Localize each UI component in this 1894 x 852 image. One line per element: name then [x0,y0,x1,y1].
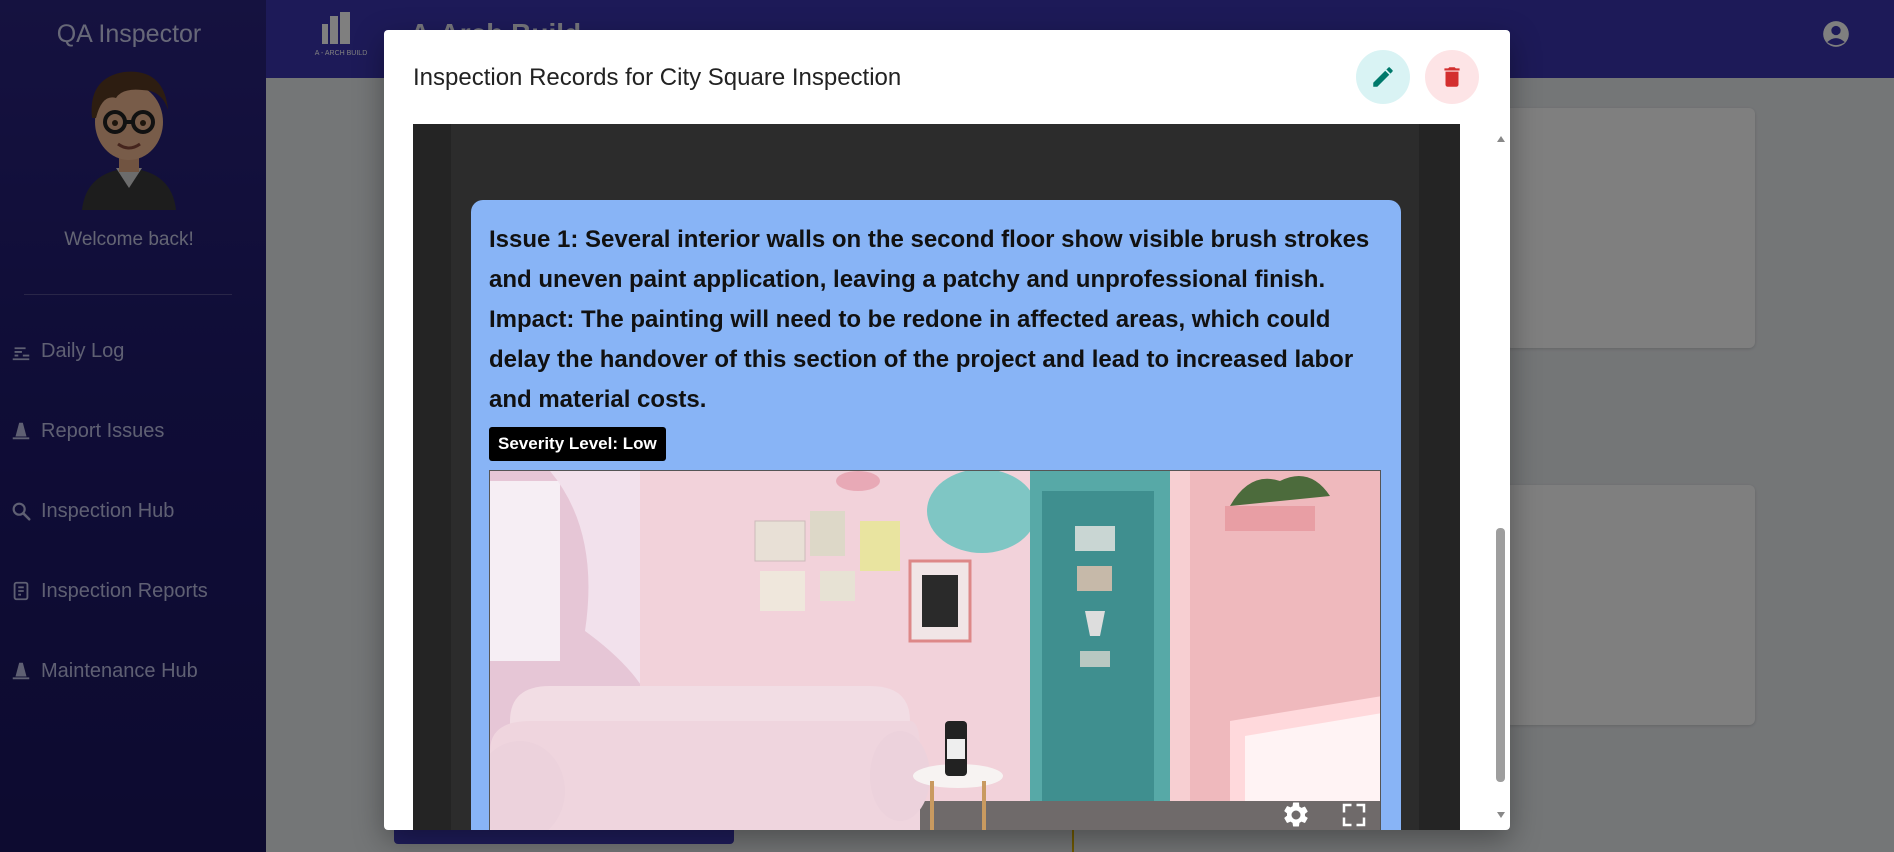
delete-button[interactable] [1425,50,1479,104]
inspection-records-dialog: Inspection Records for City Square Inspe… [384,30,1510,830]
gear-icon [1284,802,1308,827]
issue-card: Issue 1: Several interior walls on the s… [471,200,1401,830]
fullscreen-icon [1342,803,1366,827]
issue-description: Issue 1: Several interior walls on the s… [489,226,1370,413]
dialog-title: Inspection Records for City Square Inspe… [413,64,902,91]
issue-video[interactable] [489,470,1381,830]
dialog-scrollbar[interactable] [1494,130,1508,830]
scroll-up-arrow-icon[interactable] [1496,134,1506,144]
video-settings-button[interactable] [1280,799,1312,830]
pencil-icon [1373,67,1393,87]
edit-button[interactable] [1356,50,1410,104]
scroll-thumb[interactable] [1496,528,1505,782]
room-photo [490,471,1380,830]
trash-icon [1444,67,1460,87]
severity-badge: Severity Level: Low [489,427,666,461]
fullscreen-button[interactable] [1338,799,1370,830]
records-scroll-area[interactable]: Issue 1: Several interior walls on the s… [413,124,1460,830]
scroll-down-arrow-icon[interactable] [1496,810,1506,820]
